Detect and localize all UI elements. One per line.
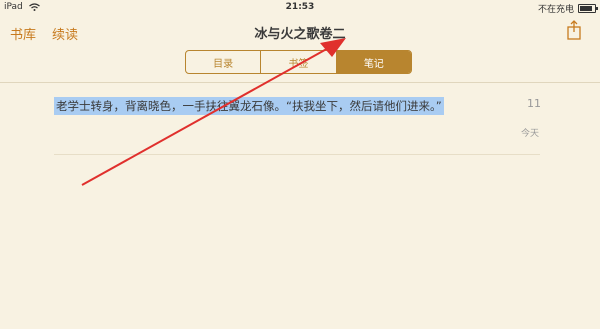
annotation-arrow [81,38,346,186]
